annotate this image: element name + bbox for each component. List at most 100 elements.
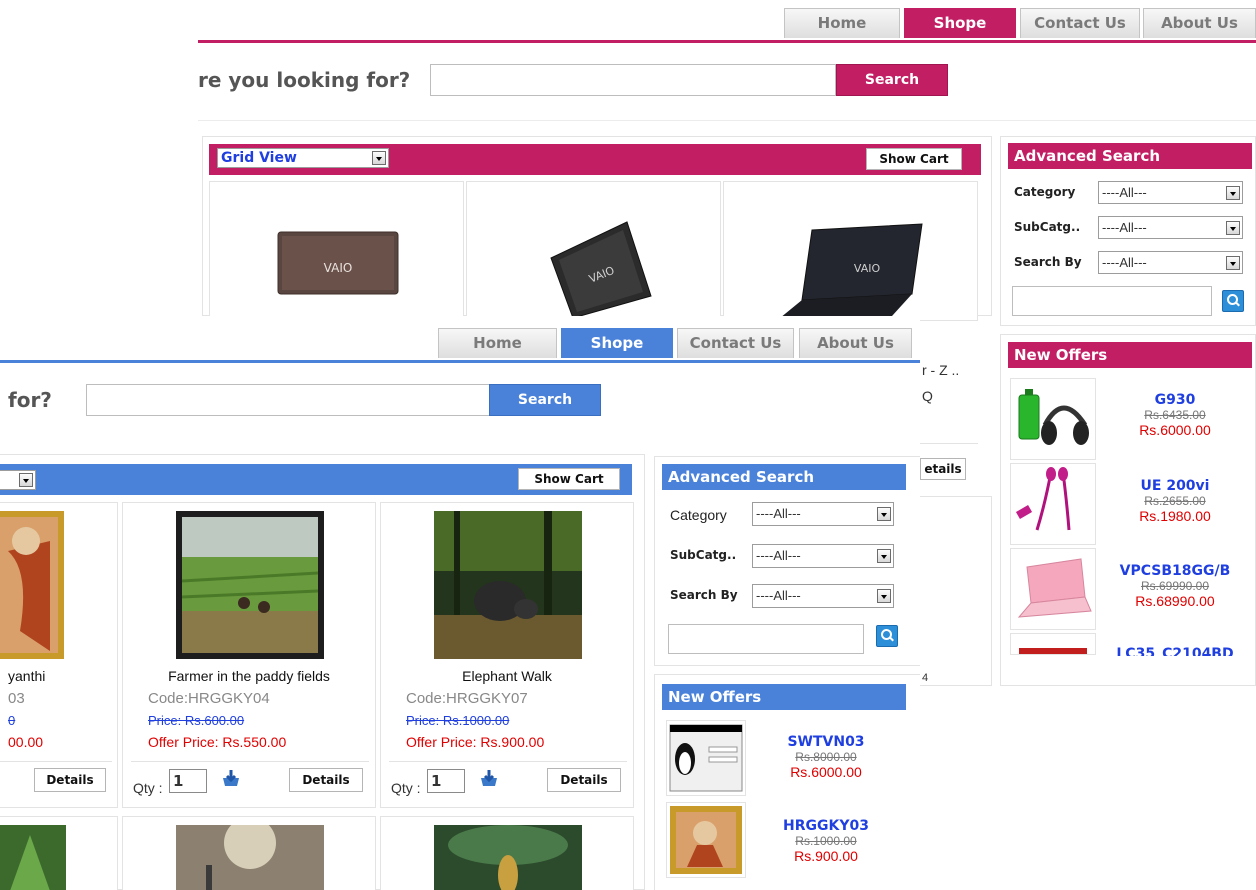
show-cart-button[interactable]: Show Cart <box>866 148 962 170</box>
add-to-cart-icon[interactable] <box>479 768 501 790</box>
add-to-cart-icon[interactable] <box>221 768 243 790</box>
painting-thumbnail <box>176 511 324 659</box>
search-icon[interactable] <box>876 625 898 647</box>
nav-tab-home[interactable]: Home <box>784 8 900 38</box>
offer-name[interactable]: G930 <box>1100 392 1250 408</box>
search-by-select[interactable]: ----All--- <box>1098 251 1243 274</box>
offer-item[interactable]: G930 Rs.6435.00 Rs.6000.00 <box>1100 392 1250 438</box>
nav-tab-home[interactable]: Home <box>438 328 557 358</box>
product-offer-price: 00.00 <box>8 734 44 750</box>
offer-item[interactable]: SWTVN03 Rs.8000.00 Rs.6000.00 <box>752 734 900 780</box>
product-card[interactable] <box>122 816 376 890</box>
painting-thumbnail <box>0 511 64 659</box>
nav-tab-contact[interactable]: Contact Us <box>677 328 794 358</box>
chevron-down-icon <box>877 507 891 521</box>
chevron-down-icon <box>19 473 33 487</box>
details-button[interactable]: Details <box>547 768 621 792</box>
product-code: Code:HRGGKY07 <box>406 690 528 707</box>
offer-thumb[interactable] <box>666 720 746 796</box>
subcategory-select[interactable]: ----All--- <box>752 544 894 568</box>
product-name[interactable]: yanthi <box>8 668 45 684</box>
subcategory-select[interactable]: ----All--- <box>1098 216 1243 239</box>
product-code: 03 <box>8 690 25 707</box>
quantity-label: Qty : <box>391 780 421 796</box>
advanced-search-title: Advanced Search <box>662 464 906 490</box>
painting-thumbnail <box>0 825 66 890</box>
nav-tab-shop[interactable]: Shope <box>561 328 673 358</box>
offer-thumb[interactable] <box>666 802 746 878</box>
product-card[interactable]: Farmer in the paddy fields Code:HRGGKY04… <box>122 502 376 808</box>
offer-new-price: Rs.900.00 <box>794 848 858 864</box>
offer-thumb[interactable] <box>1010 378 1096 460</box>
details-button[interactable]: Details <box>34 768 106 792</box>
product-card[interactable]: VAIO <box>466 181 721 321</box>
details-button[interactable]: etails <box>920 458 966 480</box>
pink-laptop-image <box>1017 558 1092 618</box>
laptop-black-image: VAIO <box>550 221 652 319</box>
partial-text: 4 <box>922 672 929 684</box>
view-select[interactable]: Grid View <box>217 148 389 168</box>
search-input[interactable] <box>430 64 836 96</box>
quantity-input[interactable]: 1 <box>169 769 207 793</box>
offer-new-price: Rs.6000.00 <box>1139 422 1211 438</box>
product-price: Price: Rs.1000.00 <box>406 713 510 728</box>
offer-name[interactable]: UE 200vi <box>1100 478 1250 494</box>
offer-item[interactable]: UE 200vi Rs.2655.00 Rs.1980.00 <box>1100 478 1250 524</box>
nav-underline <box>0 360 920 363</box>
product-card[interactable]: VAIO <box>209 181 464 321</box>
advanced-search-title: Advanced Search <box>1008 143 1252 169</box>
product-card[interactable]: VAIO <box>723 181 978 321</box>
login-window-image <box>669 724 743 792</box>
product-name[interactable]: Elephant Walk <box>381 668 633 684</box>
offer-old-price: Rs.6435.00 <box>1144 408 1206 422</box>
chevron-down-icon <box>1226 256 1240 270</box>
product-card[interactable] <box>0 816 118 890</box>
nav-tab-shop[interactable]: Shope <box>904 8 1016 38</box>
painting-thumbnail <box>176 825 324 890</box>
search-button[interactable]: Search <box>836 64 948 96</box>
nav-tab-about[interactable]: About Us <box>1143 8 1256 38</box>
search-by-label: Search By <box>670 588 738 602</box>
new-offers-title: New Offers <box>1008 342 1252 368</box>
offer-name[interactable]: VPCSB18GG/B <box>1100 563 1250 579</box>
product-card[interactable]: Elephant Walk Code:HRGGKY07 Price: Rs.10… <box>380 502 634 808</box>
nav-tab-contact[interactable]: Contact Us <box>1020 8 1140 38</box>
offer-name[interactable]: HRGGKY03 <box>752 818 900 834</box>
offer-name[interactable]: SWTVN03 <box>752 734 900 750</box>
chevron-down-icon <box>877 549 891 563</box>
search-icon[interactable] <box>1222 290 1244 312</box>
advanced-search-input[interactable] <box>668 624 864 654</box>
product-price: 0 <box>8 713 16 728</box>
advanced-search-input[interactable] <box>1012 286 1212 316</box>
chevron-down-icon <box>372 151 386 165</box>
details-button[interactable]: Details <box>289 768 363 792</box>
view-select[interactable] <box>0 470 36 490</box>
offer-thumb[interactable] <box>1010 463 1096 545</box>
quantity-input[interactable]: 1 <box>427 769 465 793</box>
chevron-down-icon <box>1226 221 1240 235</box>
offer-thumb[interactable] <box>1010 548 1096 630</box>
category-select[interactable]: ----All--- <box>1098 181 1243 204</box>
painting-thumbnail <box>670 806 742 874</box>
category-select-value: ----All--- <box>756 506 801 521</box>
search-input[interactable] <box>86 384 490 416</box>
search-by-select[interactable]: ----All--- <box>752 584 894 608</box>
product-card[interactable]: yanthi 03 0 00.00 Details <box>0 502 118 808</box>
laptop-brown-image: VAIO <box>277 231 399 295</box>
offer-item[interactable]: HRGGKY03 Rs.1000.00 Rs.900.00 <box>752 818 900 864</box>
nav-tab-about[interactable]: About Us <box>799 328 912 358</box>
subcategory-select-value: ----All--- <box>1102 220 1147 235</box>
category-select[interactable]: ----All--- <box>752 502 894 526</box>
painting-thumbnail <box>434 825 582 890</box>
offer-thumb[interactable] <box>1010 633 1096 655</box>
show-cart-button[interactable]: Show Cart <box>518 468 620 490</box>
product-card[interactable] <box>380 816 634 890</box>
product-offer-price: Offer Price: Rs.550.00 <box>148 734 287 750</box>
search-button[interactable]: Search <box>489 384 601 416</box>
product-name[interactable]: Farmer in the paddy fields <box>123 668 375 684</box>
offer-item[interactable]: LC35_C2104BD <box>1100 646 1250 656</box>
offer-name[interactable]: LC35_C2104BD <box>1100 646 1250 656</box>
product-panel <box>920 496 992 686</box>
offer-item[interactable]: VPCSB18GG/B Rs.69990.00 Rs.68990.00 <box>1100 563 1250 609</box>
search-by-select-value: ----All--- <box>756 588 801 603</box>
